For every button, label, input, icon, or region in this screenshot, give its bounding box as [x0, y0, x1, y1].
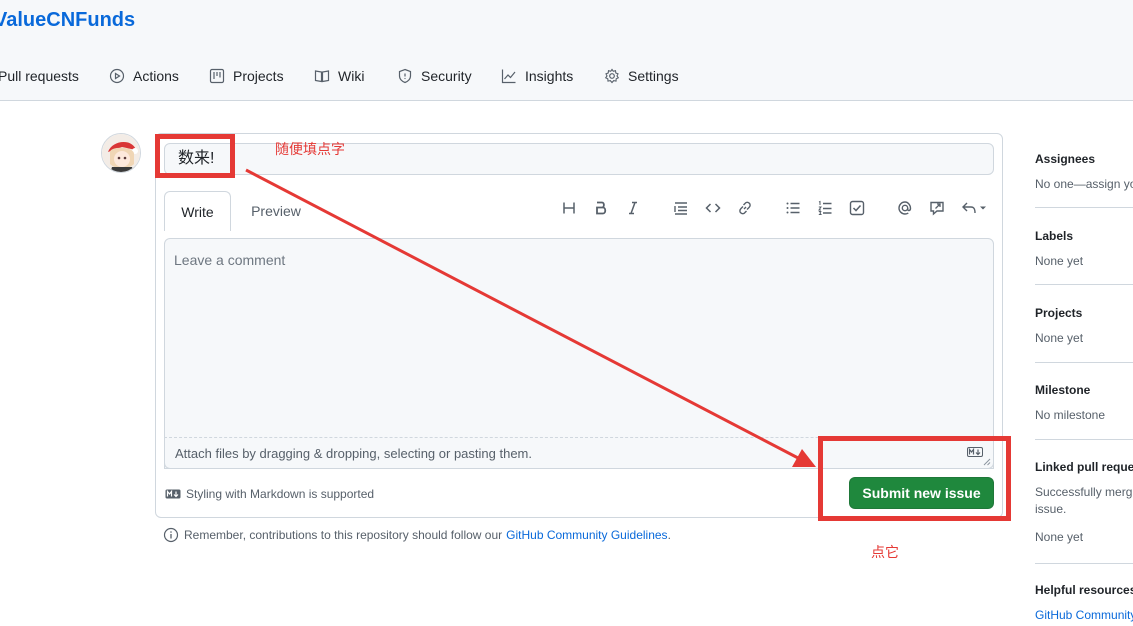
submit-hint-annotation: 点它 [871, 544, 899, 560]
tab-security[interactable]: Security [397, 62, 472, 90]
tab-label: Actions [133, 68, 179, 84]
tab-label: Pull requests [0, 68, 79, 84]
gear-icon [604, 68, 620, 84]
community-link[interactable]: GitHub Community [1035, 607, 1133, 624]
tab-label: Projects [233, 68, 284, 84]
tab-projects[interactable]: Projects [209, 62, 284, 90]
sidebar-labels[interactable]: Labels None yet [1035, 229, 1133, 270]
divider [1035, 207, 1133, 208]
guideline-suffix: . [667, 528, 671, 542]
tab-actions[interactable]: Actions [109, 62, 179, 90]
sidebar-title: Projects [1035, 306, 1083, 320]
mention-icon[interactable] [895, 198, 915, 218]
sidebar-value: issue. [1035, 502, 1067, 516]
sidebar-title: Linked pull reque [1035, 460, 1133, 474]
sidebar-title: Helpful resources [1035, 583, 1133, 597]
sidebar-value: None yet [1035, 254, 1084, 268]
issue-sidebar: Assignees No one—assign yo Labels None y… [1035, 140, 1133, 626]
bullet-list-icon[interactable] [783, 198, 803, 218]
submit-highlight-box [818, 436, 1011, 521]
tab-insights[interactable]: Insights [501, 62, 573, 90]
tab-settings[interactable]: Settings [604, 62, 679, 90]
tab-label: Wiki [338, 68, 365, 84]
markdown-note[interactable]: Styling with Markdown is supported [165, 487, 374, 501]
sidebar-projects[interactable]: Projects None yet [1035, 306, 1133, 347]
tab-pull-requests[interactable]: Pull requests [0, 62, 79, 90]
numbered-list-icon[interactable] [815, 198, 835, 218]
sidebar-value: None yet [1035, 331, 1084, 345]
bold-icon[interactable] [591, 198, 611, 218]
avatar-image [102, 134, 140, 172]
community-guidelines-link[interactable]: GitHub Community Guidelines [506, 528, 667, 542]
code-icon[interactable] [703, 198, 723, 218]
repo-title[interactable]: ValueCNFunds [0, 9, 135, 32]
reply-icon[interactable] [959, 198, 989, 218]
quote-icon[interactable] [671, 198, 691, 218]
chevron-down-icon [980, 206, 986, 210]
link-icon[interactable] [735, 198, 755, 218]
sidebar-title: Assignees [1035, 152, 1096, 166]
tab-label: Settings [628, 68, 679, 84]
sidebar-helpful-resources: Helpful resources GitHub Community [1035, 583, 1133, 624]
heading-icon[interactable] [559, 198, 579, 218]
project-icon [209, 68, 225, 84]
title-hint-annotation: 随便填点字 [275, 141, 345, 157]
markdown-icon [165, 489, 181, 499]
repo-header: ValueCNFunds Pull requests Actions Proje… [0, 0, 1133, 101]
divider [1035, 362, 1133, 363]
book-icon [314, 70, 330, 83]
shield-icon [398, 68, 412, 84]
play-icon [109, 68, 125, 84]
tab-write[interactable]: Write [164, 191, 231, 231]
tab-preview[interactable]: Preview [241, 191, 311, 231]
contribution-guideline: Remember, contributions to this reposito… [163, 527, 671, 543]
avatar[interactable] [101, 133, 141, 173]
reference-icon[interactable] [927, 198, 947, 218]
info-icon [163, 527, 179, 543]
task-list-icon[interactable] [847, 198, 867, 218]
sidebar-assignees[interactable]: Assignees No one—assign yo [1035, 152, 1133, 193]
sidebar-value: No milestone [1035, 408, 1106, 422]
comment-textarea[interactable]: Leave a comment [164, 238, 994, 469]
sidebar-value: Successfully mergi [1035, 485, 1133, 499]
attach-text: Attach files by dragging & dropping, sel… [175, 446, 532, 461]
tab-label: Security [421, 68, 472, 84]
sidebar-value: None yet [1035, 530, 1084, 544]
italic-icon[interactable] [623, 198, 643, 218]
divider [1035, 563, 1133, 564]
sidebar-title: Milestone [1035, 383, 1091, 397]
title-highlight-box [155, 134, 235, 178]
sidebar-milestone[interactable]: Milestone No milestone [1035, 383, 1133, 424]
comment-placeholder: Leave a comment [174, 252, 286, 268]
graph-icon [501, 69, 516, 84]
sidebar-title: Labels [1035, 229, 1074, 243]
markdown-note-label: Styling with Markdown is supported [186, 487, 375, 501]
divider [1035, 284, 1133, 285]
tab-wiki[interactable]: Wiki [314, 62, 364, 90]
guideline-text: Remember, contributions to this reposito… [184, 528, 503, 542]
divider [1035, 439, 1133, 440]
sidebar-linked-prs[interactable]: Linked pull reque Successfully mergi iss… [1035, 460, 1133, 546]
sidebar-value: No one—assign yo [1035, 177, 1133, 191]
tab-label: Insights [525, 68, 574, 84]
